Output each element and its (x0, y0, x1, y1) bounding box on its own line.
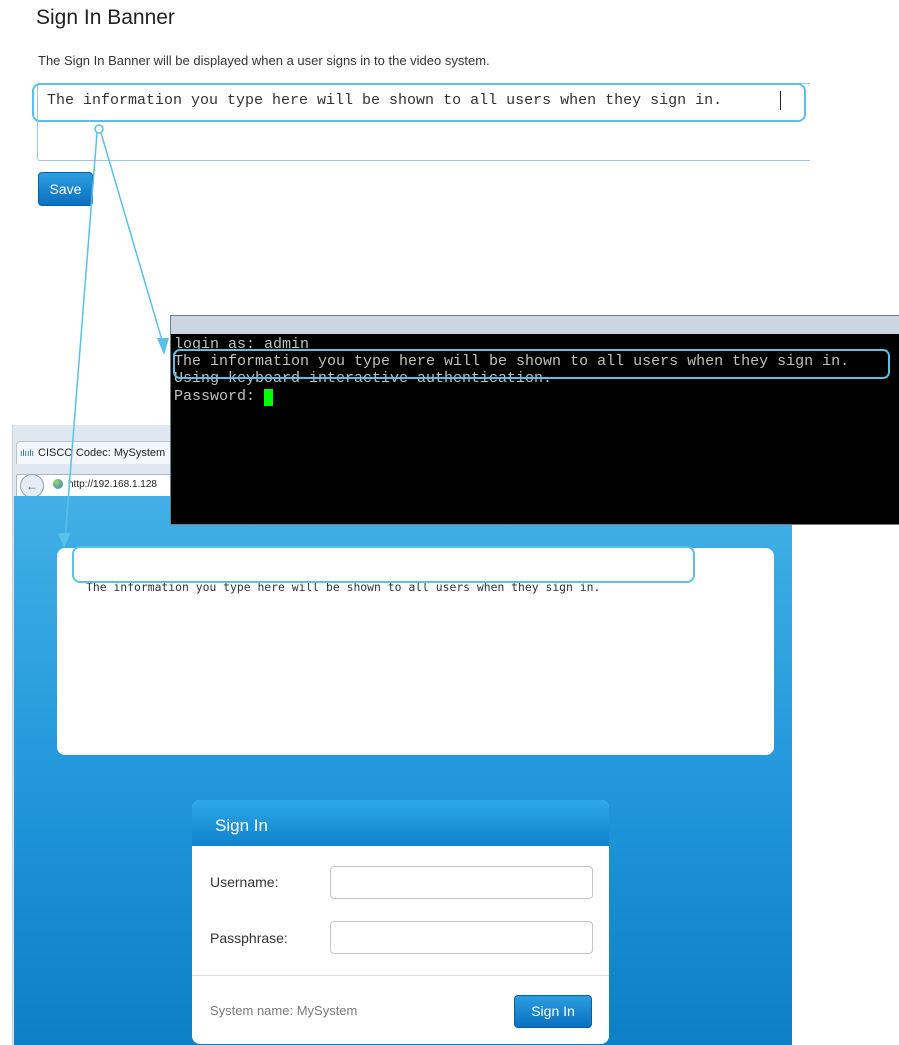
tab-title: CISCO Codec: MySystem (38, 447, 166, 459)
connector-to-terminal (100, 132, 165, 348)
cisco-logo-icon: ılıılı (20, 448, 35, 458)
signin-button[interactable]: Sign In (514, 995, 592, 1028)
terminal-cursor (264, 389, 273, 406)
signin-title: Sign In (215, 816, 268, 835)
back-arrow-icon[interactable]: ← (20, 474, 44, 498)
highlight-browser-banner (72, 546, 695, 583)
passphrase-input[interactable] (330, 921, 593, 954)
globe-icon (53, 479, 63, 489)
passphrase-label: Passphrase: (210, 930, 288, 946)
browser-tab[interactable]: ılıılı CISCO Codec: MySystem (16, 441, 174, 464)
url-text[interactable]: http://192.168.1.128 (68, 474, 157, 496)
username-input[interactable] (330, 866, 593, 899)
highlight-textarea (32, 83, 806, 122)
card-divider (192, 975, 609, 976)
system-name: System name: MySystem (210, 1003, 358, 1018)
save-button[interactable]: Save (38, 172, 93, 206)
page-description: The Sign In Banner will be displayed whe… (38, 53, 490, 68)
arrowhead-terminal (157, 338, 169, 355)
terminal-line-password: Password: (174, 388, 265, 405)
username-label: Username: (210, 874, 279, 890)
page-title: Sign In Banner (36, 6, 175, 29)
highlight-terminal-banner (173, 349, 890, 379)
terminal-titlebar (171, 316, 899, 334)
